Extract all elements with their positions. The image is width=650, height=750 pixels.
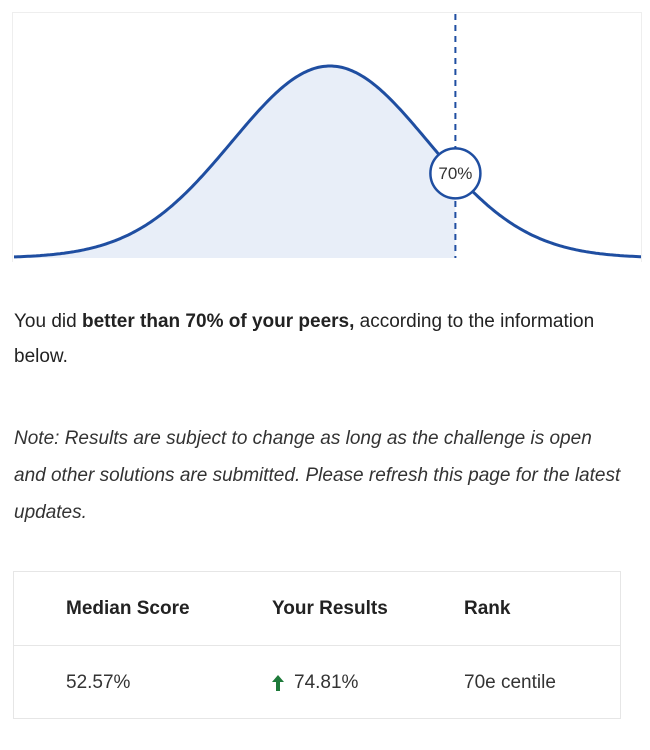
results-page: 70% You did better than 70% of your peer…: [0, 0, 650, 750]
summary-bold: better than 70% of your peers,: [81, 311, 355, 332]
results-table: Median Score Your Results Rank 52.57% 74…: [13, 571, 621, 719]
note-text: Note: Results are subject to change as l…: [14, 428, 621, 523]
distribution-chart: 70%: [0, 0, 650, 268]
table-header-row: Median Score Your Results Rank: [14, 572, 620, 646]
header-your-results: Your Results: [272, 597, 388, 619]
distribution-chart-svg: 70%: [14, 14, 643, 259]
your-results-cell: 74.81%: [272, 672, 358, 694]
arrow-up-icon: [272, 675, 284, 691]
summary-text: You did better than 70% of your peers, a…: [14, 304, 614, 374]
your-results-value: 74.81%: [294, 672, 359, 693]
percentile-label: 70%: [438, 164, 472, 183]
distribution-fill-area: [14, 66, 456, 258]
table-row: 52.57% 74.81% 70e centile: [14, 646, 620, 720]
summary-prefix: You did: [14, 311, 82, 332]
header-median-score: Median Score: [66, 597, 190, 619]
header-rank: Rank: [464, 597, 511, 619]
rank-value: 70e centile: [464, 672, 556, 693]
median-score-value: 52.57%: [66, 672, 131, 693]
